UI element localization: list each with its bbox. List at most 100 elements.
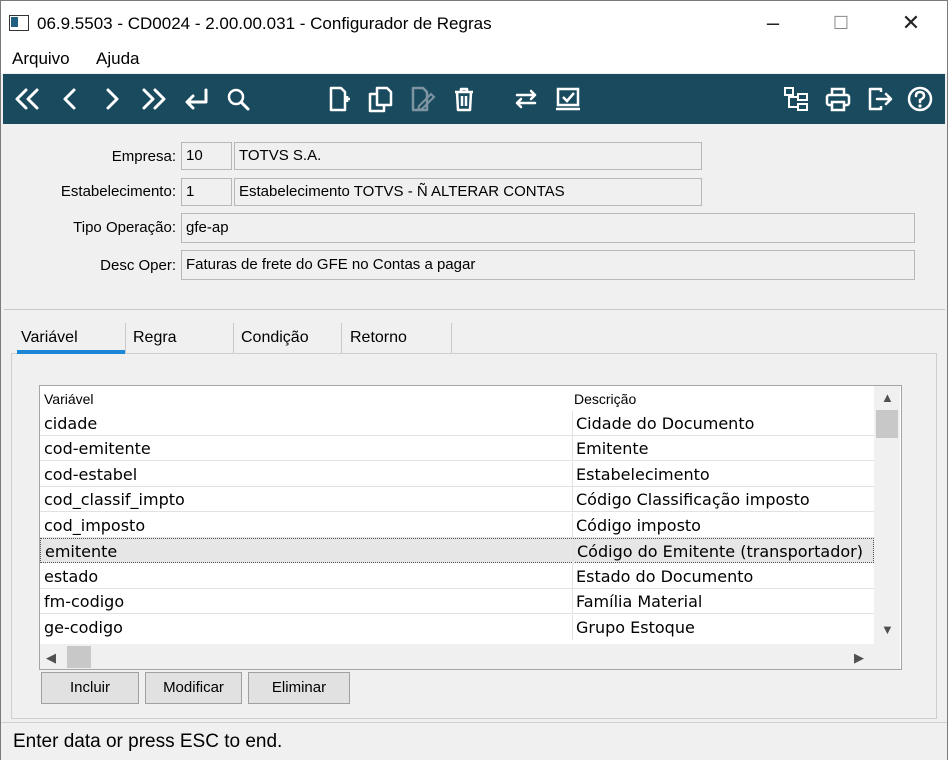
- empresa-label: Empresa:: [111, 148, 176, 165]
- copy-icon: [368, 86, 393, 113]
- cell-descricao: Código do Emitente (transportador): [573, 539, 877, 564]
- tipo-operacao-field[interactable]: gfe-ap: [181, 213, 915, 243]
- tab-separator: [125, 323, 126, 353]
- variables-grid: Variável Descrição cidade Cidade do Docu…: [39, 385, 902, 670]
- cell-variavel: cod-estabel: [44, 465, 138, 484]
- menu-bar: Arquivo Ajuda: [1, 45, 947, 73]
- minimize-button[interactable]: –: [753, 9, 793, 37]
- help-icon: [907, 86, 933, 112]
- table-row[interactable]: fm-codigo Família Material: [40, 589, 874, 614]
- cell-descricao: Estabelecimento: [572, 462, 876, 487]
- tab-separator: [233, 323, 234, 353]
- table-row[interactable]: cod-estabel Estabelecimento: [40, 462, 874, 487]
- menu-arquivo[interactable]: Arquivo: [12, 49, 70, 69]
- horizontal-scroll-thumb[interactable]: [67, 646, 91, 668]
- desc-oper-label: Desc Oper:: [100, 257, 176, 274]
- column-header-variavel[interactable]: Variável: [44, 386, 94, 410]
- app-window: 06.9.5503 - CD0024 - 2.00.00.031 - Confi…: [0, 0, 948, 760]
- next-record-button[interactable]: [95, 81, 129, 117]
- desc-oper-field: Faturas de frete do GFE no Contas a paga…: [181, 250, 915, 280]
- copy-button[interactable]: [363, 81, 397, 117]
- status-bar: Enter data or press ESC to end.: [1, 722, 947, 760]
- estabelecimento-label: Estabelecimento:: [60, 183, 176, 200]
- search-icon: [227, 88, 250, 111]
- first-record-button[interactable]: [10, 81, 44, 117]
- cell-descricao: Estado do Documento: [572, 564, 876, 589]
- edit-button[interactable]: [405, 81, 439, 117]
- tab-separator: [451, 323, 452, 353]
- app-icon: [9, 15, 29, 31]
- tab-regra[interactable]: Regra: [133, 323, 177, 353]
- cell-variavel: emitente: [45, 542, 118, 561]
- cell-variavel: cidade: [44, 414, 98, 433]
- window-title: 06.9.5503 - CD0024 - 2.00.00.031 - Confi…: [37, 14, 492, 33]
- tab-variavel[interactable]: Variável: [21, 323, 78, 353]
- table-row-selected[interactable]: emitente Código do Emitente (transportad…: [40, 538, 877, 564]
- incluir-button[interactable]: Incluir: [41, 672, 139, 704]
- confirm-icon: [556, 87, 580, 111]
- empresa-name-field: TOTVS S.A.: [234, 142, 702, 170]
- new-icon: [329, 86, 350, 112]
- tipo-operacao-label: Tipo Operação:: [73, 219, 176, 236]
- estabelecimento-name-field: Estabelecimento TOTVS - Ñ ALTERAR CONTAS: [234, 178, 702, 206]
- prev-record-button[interactable]: [53, 81, 87, 117]
- cell-variavel: estado: [44, 567, 99, 586]
- table-row[interactable]: cod-emitente Emitente: [40, 436, 874, 461]
- new-button[interactable]: [321, 81, 355, 117]
- toolbar: [3, 74, 945, 124]
- vertical-scroll-thumb[interactable]: [876, 410, 898, 438]
- search-button[interactable]: [221, 81, 255, 117]
- table-row[interactable]: ge-codigo Grupo Estoque: [40, 615, 874, 640]
- table-row[interactable]: cod_classif_impto Código Classificação i…: [40, 487, 874, 512]
- tab-retorno[interactable]: Retorno: [350, 323, 407, 353]
- status-text: Enter data or press ESC to end.: [13, 731, 283, 752]
- cell-variavel: cod_classif_impto: [44, 490, 185, 509]
- cell-variavel: ge-codigo: [44, 618, 123, 637]
- last-icon: [142, 88, 166, 110]
- cell-descricao: Código Classificação imposto: [572, 487, 876, 512]
- modificar-button[interactable]: Modificar: [145, 672, 242, 704]
- maximize-button[interactable]: ☐: [821, 9, 861, 37]
- edit-icon: [411, 86, 436, 112]
- structure-button[interactable]: [779, 81, 813, 117]
- goto-button[interactable]: [179, 81, 213, 117]
- cell-descricao: Família Material: [572, 589, 876, 614]
- menu-ajuda[interactable]: Ajuda: [96, 49, 139, 69]
- close-button[interactable]: ✕: [891, 9, 931, 37]
- table-row[interactable]: cidade Cidade do Documento: [40, 411, 874, 436]
- goto-icon: [185, 88, 208, 110]
- horizontal-scrollbar[interactable]: [40, 644, 900, 669]
- exit-button[interactable]: [863, 81, 897, 117]
- cell-descricao: Emitente: [572, 436, 876, 461]
- column-header-descricao[interactable]: Descrição: [574, 386, 636, 410]
- tab-separator: [341, 323, 342, 353]
- structure-icon: [784, 87, 808, 111]
- title-bar: 06.9.5503 - CD0024 - 2.00.00.031 - Confi…: [1, 1, 947, 45]
- estabelecimento-code-field[interactable]: 1: [181, 178, 232, 206]
- trash-icon: [455, 87, 473, 112]
- exit-icon: [868, 87, 893, 111]
- empresa-code-field[interactable]: 10: [181, 142, 232, 170]
- cell-descricao: Código imposto: [572, 513, 876, 538]
- tab-condicao[interactable]: Condição: [241, 323, 309, 353]
- scroll-right-icon[interactable]: ▶: [854, 650, 864, 666]
- active-tab-indicator: [17, 350, 125, 354]
- swap-icon: [515, 89, 537, 109]
- cell-variavel: fm-codigo: [44, 592, 125, 611]
- scroll-left-icon[interactable]: ◀: [46, 650, 56, 666]
- prev-icon: [63, 88, 76, 110]
- eliminar-button[interactable]: Eliminar: [248, 672, 350, 704]
- table-row[interactable]: estado Estado do Documento: [40, 564, 874, 589]
- print-button[interactable]: [821, 81, 855, 117]
- cell-variavel: cod-emitente: [44, 439, 151, 458]
- swap-button[interactable]: [509, 81, 543, 117]
- cell-descricao: Cidade do Documento: [572, 411, 876, 436]
- scroll-down-icon[interactable]: ▼: [881, 622, 894, 637]
- confirm-button[interactable]: [551, 81, 585, 117]
- last-record-button[interactable]: [137, 81, 171, 117]
- delete-button[interactable]: [447, 81, 481, 117]
- scroll-up-icon[interactable]: ▲: [881, 390, 894, 405]
- help-button[interactable]: [903, 81, 937, 117]
- table-row[interactable]: cod_imposto Código imposto: [40, 513, 874, 538]
- print-icon: [825, 87, 851, 112]
